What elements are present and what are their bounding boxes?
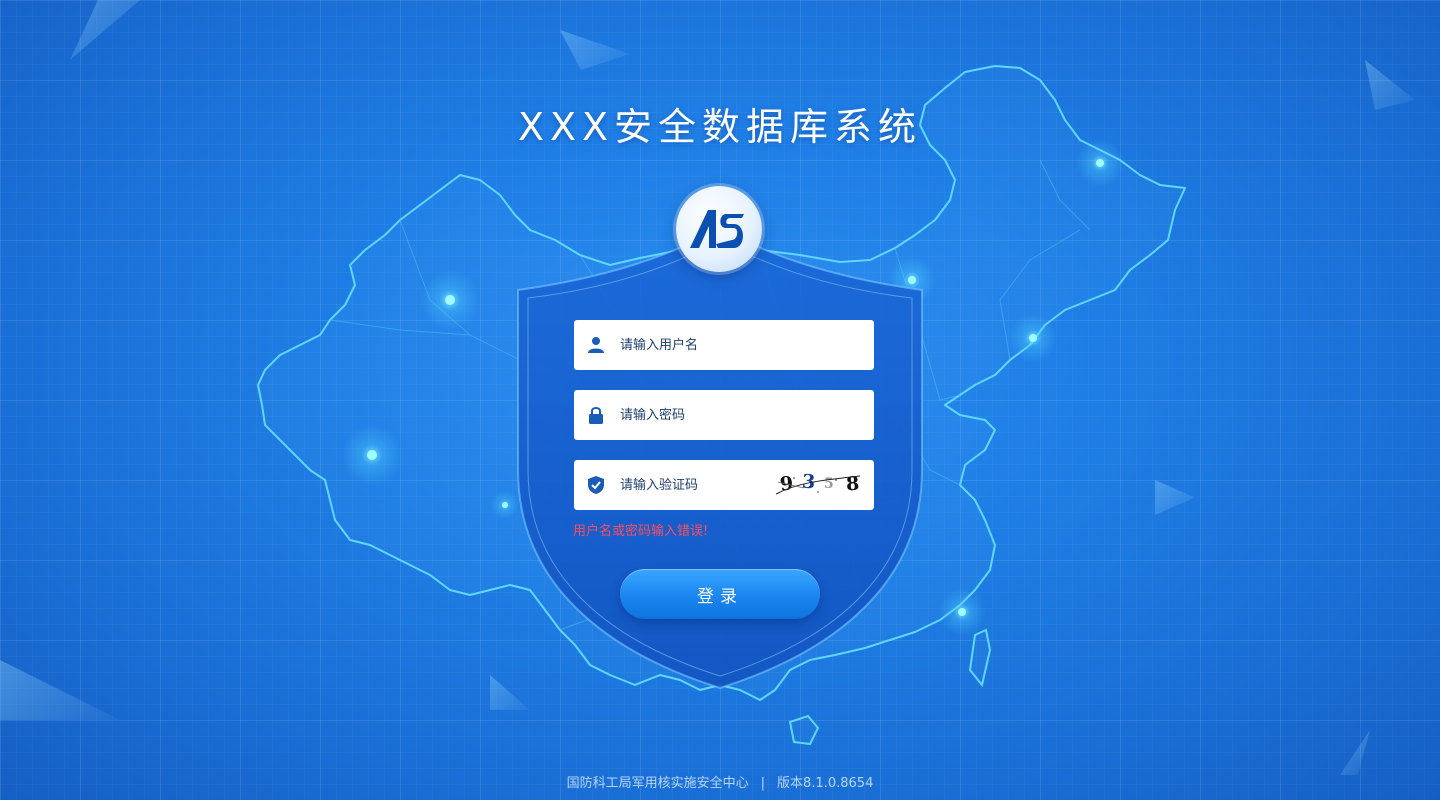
captcha-field[interactable]: 9 3 5 8	[574, 460, 874, 510]
login-page: XXX安全数据库系统 9 3 5 8	[0, 0, 1440, 800]
lock-icon	[586, 405, 606, 425]
as-logo-icon	[690, 210, 744, 248]
username-input[interactable]	[618, 336, 772, 354]
footer-version: 版本8.1.0.8654	[777, 776, 874, 791]
login-button[interactable]: 登录	[620, 569, 820, 619]
password-input[interactable]	[618, 406, 772, 424]
captcha-image[interactable]: 9 3 5 8	[774, 470, 864, 500]
error-message: 用户名或密码输入错误!	[573, 524, 709, 539]
captcha-noise-lines	[775, 475, 861, 495]
app-logo	[676, 186, 762, 272]
footer: 国防科工局军用核实施安全中心 | 版本8.1.0.8654	[0, 772, 1440, 791]
footer-organization: 国防科工局军用核实施安全中心	[566, 776, 749, 791]
map-island	[968, 628, 992, 688]
shield-check-icon	[586, 475, 606, 495]
footer-separator: |	[760, 776, 766, 791]
captcha-input[interactable]	[618, 476, 772, 494]
username-field[interactable]	[574, 320, 874, 370]
password-field[interactable]	[574, 390, 874, 440]
map-island	[788, 714, 820, 746]
page-title: XXX安全数据库系统	[517, 105, 923, 149]
user-icon	[586, 335, 606, 355]
